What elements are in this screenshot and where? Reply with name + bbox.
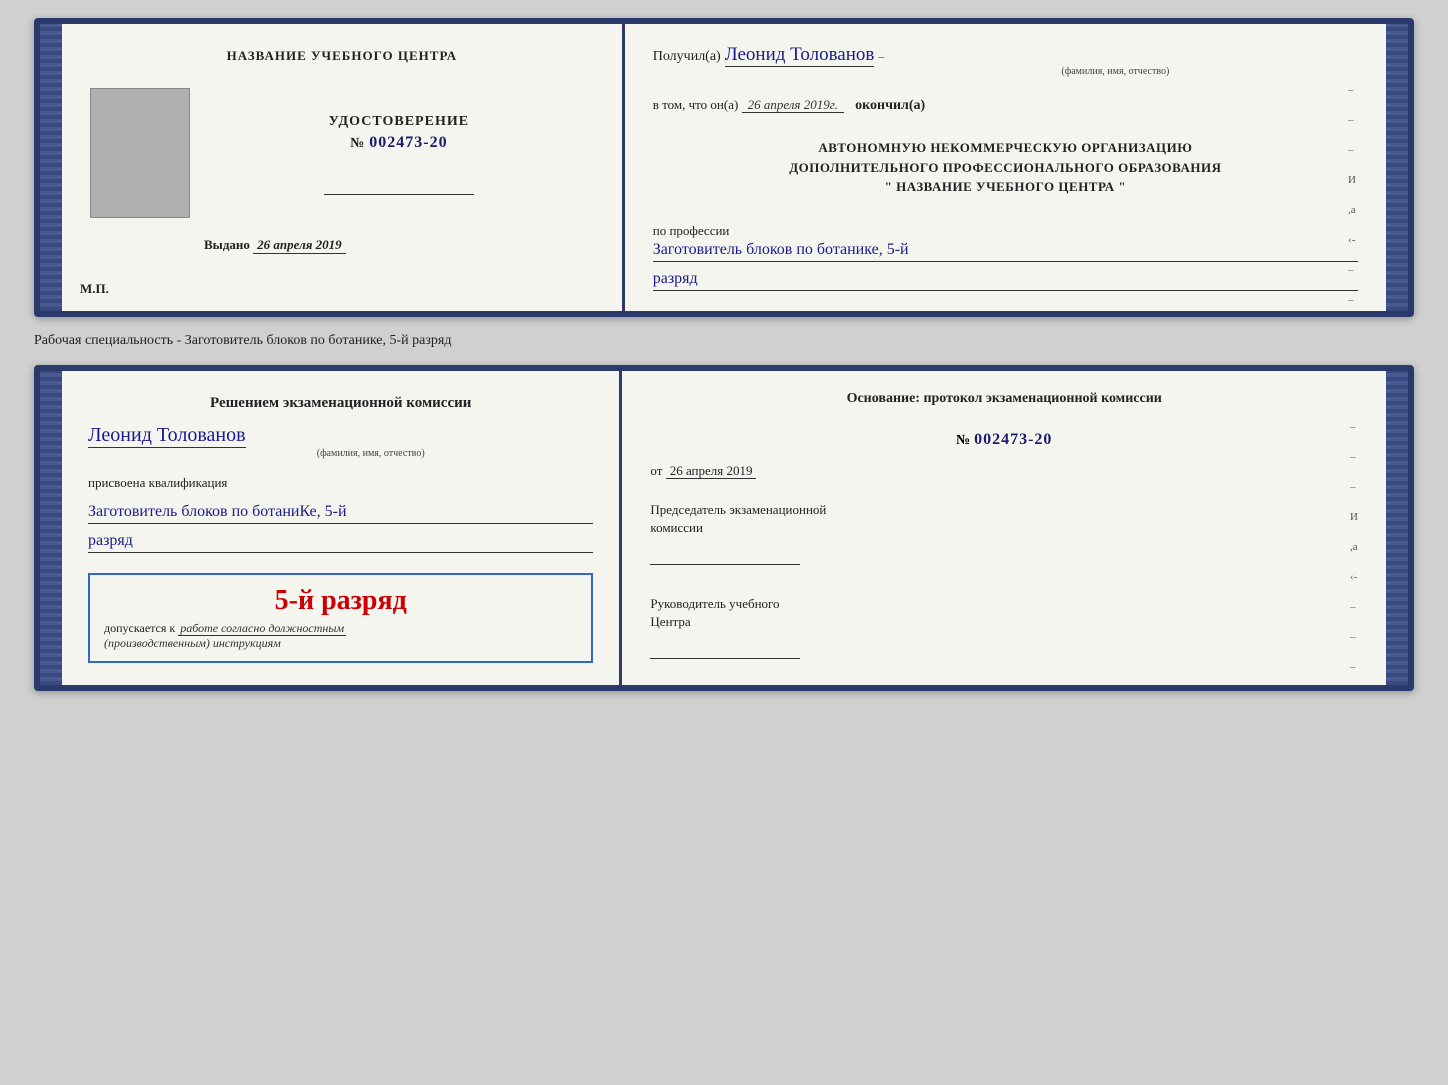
upper-cert-spine-right bbox=[1386, 24, 1408, 311]
chairman-title: Председатель экзаменационной комиссии bbox=[650, 501, 1358, 537]
date-prefix: в том, что он(а) bbox=[653, 97, 739, 112]
photo-placeholder bbox=[90, 88, 190, 218]
profession-value: Заготовитель блоков по ботанике, 5-й bbox=[653, 241, 1358, 262]
upper-left-title: НАЗВАНИЕ УЧЕБНОГО ЦЕНТРА bbox=[227, 48, 458, 64]
lower-doc-date: от 26 апреля 2019 bbox=[650, 463, 1358, 479]
commission-title: Решением экзаменационной комиссии bbox=[88, 393, 593, 414]
issued-label: Выдано bbox=[204, 237, 250, 252]
org-line1: АВТОНОМНУЮ НЕКОММЕРЧЕСКУЮ ОРГАНИЗАЦИЮ bbox=[653, 138, 1358, 158]
qualification-label: присвоена квалификация bbox=[88, 475, 593, 491]
issued-line: Выдано 26 апреля 2019 bbox=[204, 237, 594, 254]
upper-cert-left-panel: НАЗВАНИЕ УЧЕБНОГО ЦЕНТРА УДОСТОВЕРЕНИЕ №… bbox=[62, 24, 625, 311]
date-line: в том, что он(а) 26 апреля 2019г. окончи… bbox=[653, 97, 1358, 114]
lower-right-side-marks: – – – И ,а ‹- – – – – bbox=[1350, 421, 1358, 691]
allowed-text: работе согласно должностным bbox=[178, 621, 346, 636]
lower-doc-number: 002473-20 bbox=[974, 431, 1052, 448]
lower-person-caption: (фамилия, имя, отчество) bbox=[148, 448, 593, 459]
recipient-name: Леонид Толованов bbox=[725, 44, 875, 67]
qualification-box: 5-й разряд допускается к работе согласно… bbox=[88, 573, 593, 663]
lower-cert-left-panel: Решением экзаменационной комиссии Леонид… bbox=[62, 371, 622, 685]
dash-separator: – bbox=[878, 49, 884, 63]
rank-display: 5-й разряд bbox=[104, 585, 577, 617]
mp-label: М.П. bbox=[80, 281, 109, 297]
director-title-line2: Центра bbox=[650, 614, 690, 629]
recipient-caption: (фамилия, имя, отчество) bbox=[873, 66, 1358, 77]
issued-date: 26 апреля 2019 bbox=[253, 237, 346, 254]
recipient-section: Получил(а) Леонид Толованов – (фамилия, … bbox=[653, 44, 1358, 77]
lower-cert-spine-left bbox=[40, 371, 62, 685]
date-value: 26 апреля 2019г. bbox=[742, 97, 844, 113]
allowed-text-line: допускается к работе согласно должностны… bbox=[104, 621, 577, 636]
lower-person-name: Леонид Толованов bbox=[88, 424, 246, 448]
lower-number-prefix: № bbox=[956, 433, 970, 448]
lower-rank-value: разряд bbox=[88, 532, 593, 553]
lower-date-value: 26 апреля 2019 bbox=[666, 463, 757, 479]
org-line3: " НАЗВАНИЕ УЧЕБНОГО ЦЕНТРА " bbox=[653, 177, 1358, 197]
director-title: Руководитель учебного Центра bbox=[650, 595, 1358, 631]
lower-qualification-value: Заготовитель блоков по ботаниКе, 5-й bbox=[88, 503, 593, 524]
lower-certificate: Решением экзаменационной комиссии Леонид… bbox=[34, 365, 1414, 691]
lower-person-section: Леонид Толованов (фамилия, имя, отчество… bbox=[88, 424, 593, 459]
profession-label: по профессии bbox=[653, 223, 1358, 239]
basis-title: Основание: протокол экзаменационной коми… bbox=[650, 391, 1358, 407]
upper-left-inner: УДОСТОВЕРЕНИЕ № 002473-20 Выдано 26 апре… bbox=[90, 88, 594, 254]
received-prefix: Получил(а) bbox=[653, 49, 721, 64]
profession-section: по профессии Заготовитель блоков по бота… bbox=[653, 211, 1358, 291]
cert-id-section: УДОСТОВЕРЕНИЕ № 002473-20 bbox=[329, 114, 469, 152]
chairman-signature-block: Председатель экзаменационной комиссии bbox=[650, 501, 1358, 565]
org-block: АВТОНОМНУЮ НЕКОММЕРЧЕСКУЮ ОРГАНИЗАЦИЮ ДО… bbox=[653, 138, 1358, 197]
chairman-sig-line bbox=[650, 543, 800, 565]
allowed-text2: (производственным) инструкциям bbox=[104, 636, 577, 651]
rank-value-upper: разряд bbox=[653, 270, 1358, 291]
upper-cert-spine-left bbox=[40, 24, 62, 311]
lower-qualification-section: Заготовитель блоков по ботаниКе, 5-й раз… bbox=[88, 501, 593, 553]
cert-type-label: УДОСТОВЕРЕНИЕ bbox=[329, 114, 469, 130]
specialty-label: Рабочая специальность - Заготовитель бло… bbox=[34, 329, 1414, 353]
upper-right-side-marks: – – – И ,а ‹- – – – – bbox=[1348, 84, 1356, 317]
lower-cert-right-panel: Основание: протокол экзаменационной коми… bbox=[622, 371, 1386, 685]
cert-number: 002473-20 bbox=[369, 134, 447, 151]
upper-left-content: УДОСТОВЕРЕНИЕ № 002473-20 Выдано 26 апре… bbox=[204, 88, 594, 254]
date-suffix: окончил(а) bbox=[855, 98, 925, 113]
upper-cert-right-panel: Получил(а) Леонид Толованов – (фамилия, … bbox=[625, 24, 1386, 311]
signature-underline-left bbox=[324, 194, 474, 195]
cert-number-prefix: № bbox=[350, 136, 365, 151]
director-title-line1: Руководитель учебного bbox=[650, 596, 779, 611]
lower-doc-number-section: № 002473-20 bbox=[650, 431, 1358, 449]
org-line2: ДОПОЛНИТЕЛЬНОГО ПРОФЕССИОНАЛЬНОГО ОБРАЗО… bbox=[653, 158, 1358, 178]
allowed-prefix: допускается к bbox=[104, 621, 175, 635]
chairman-title-line1: Председатель экзаменационной bbox=[650, 502, 826, 517]
director-signature-block: Руководитель учебного Центра bbox=[650, 595, 1358, 659]
lower-cert-spine-right bbox=[1386, 371, 1408, 685]
lower-date-prefix: от bbox=[650, 463, 662, 478]
cert-number-line: № 002473-20 bbox=[329, 134, 469, 152]
director-sig-line bbox=[650, 637, 800, 659]
upper-certificate: НАЗВАНИЕ УЧЕБНОГО ЦЕНТРА УДОСТОВЕРЕНИЕ №… bbox=[34, 18, 1414, 317]
chairman-title-line2: комиссии bbox=[650, 520, 703, 535]
